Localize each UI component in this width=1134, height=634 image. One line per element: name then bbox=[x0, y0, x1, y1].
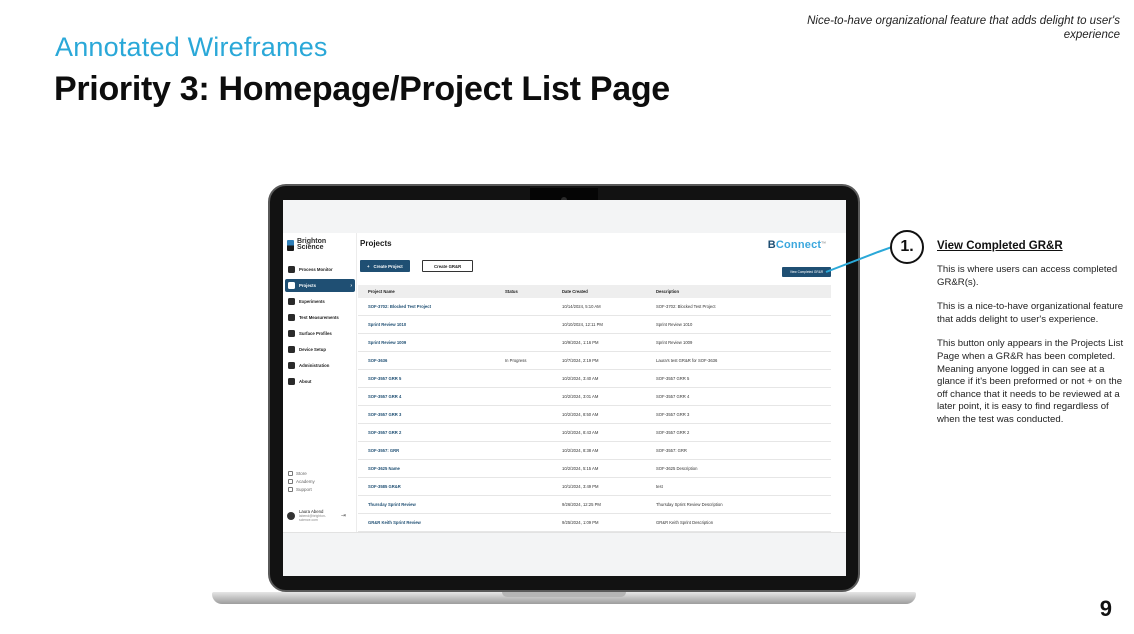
callout-paragraph: This is a nice-to-have organizational fe… bbox=[937, 301, 1124, 325]
callout-paragraph: This is where users can access completed… bbox=[937, 264, 1118, 288]
page-number: 9 bbox=[1099, 596, 1112, 621]
callout-paragraph: This button only appears in the Projects… bbox=[937, 338, 1124, 425]
callout-title: View Completed GR&R bbox=[937, 240, 1063, 252]
callout-description: This is where users can access completed… bbox=[937, 264, 1125, 439]
callout-number-badge: 1. bbox=[890, 230, 924, 264]
